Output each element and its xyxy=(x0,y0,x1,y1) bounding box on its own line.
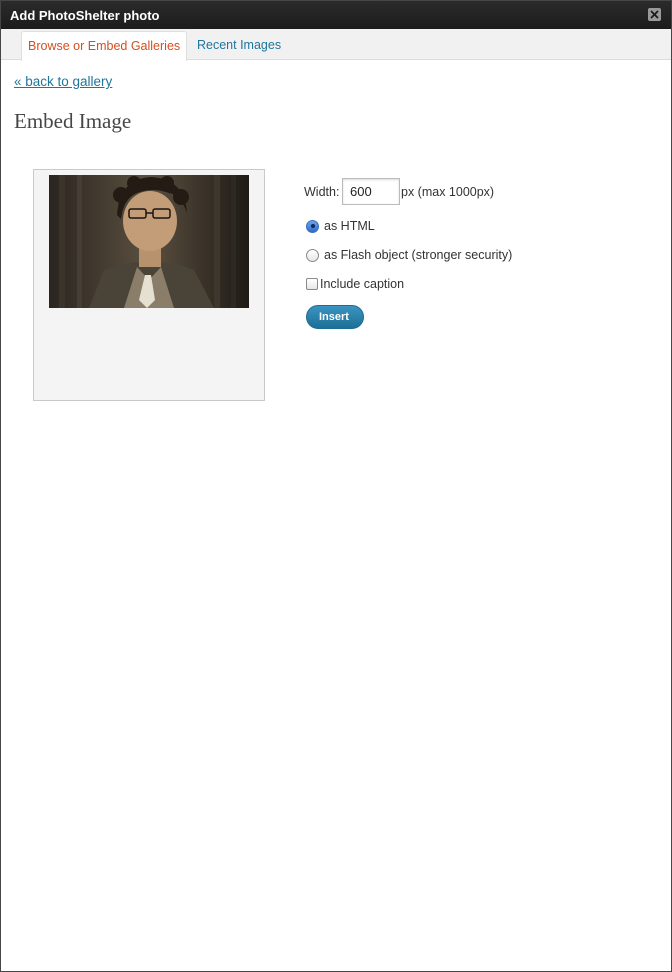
back-to-gallery-link[interactable]: « back to gallery xyxy=(14,74,112,89)
page-title: Embed Image xyxy=(14,109,132,133)
close-icon[interactable] xyxy=(648,8,661,21)
radio-option-flash[interactable]: as Flash object (stronger security) xyxy=(306,248,512,262)
tab-recent-images[interactable]: Recent Images xyxy=(191,31,287,61)
include-caption-option[interactable]: Include caption xyxy=(306,277,404,291)
width-suffix: px (max 1000px) xyxy=(401,185,495,199)
image-preview-box xyxy=(33,169,265,401)
width-label: Width: xyxy=(304,185,340,199)
dialog-window: Add PhotoShelter photo Browse or Embed G… xyxy=(0,0,672,972)
window-title: Add PhotoShelter photo xyxy=(10,8,160,23)
include-caption-checkbox[interactable] xyxy=(306,278,318,290)
insert-image-button[interactable]: Insert Image xyxy=(306,305,364,345)
tab-browse-embed-galleries[interactable]: Browse or Embed Galleries xyxy=(21,31,188,61)
radio-button[interactable] xyxy=(306,248,319,262)
radio-label-html: as HTML xyxy=(324,219,375,233)
radio-option-html[interactable]: as HTML xyxy=(306,219,375,233)
tab-bar: Browse or Embed Galleries Recent Images xyxy=(1,29,671,61)
radio-button-selected[interactable] xyxy=(306,219,319,233)
photo-thumbnail xyxy=(49,175,249,308)
radio-label-flash: as Flash object (stronger security) xyxy=(324,248,513,262)
titlebar: Add PhotoShelter photo xyxy=(1,1,671,29)
width-input[interactable] xyxy=(342,178,400,205)
include-caption-label: Include caption xyxy=(320,277,405,291)
